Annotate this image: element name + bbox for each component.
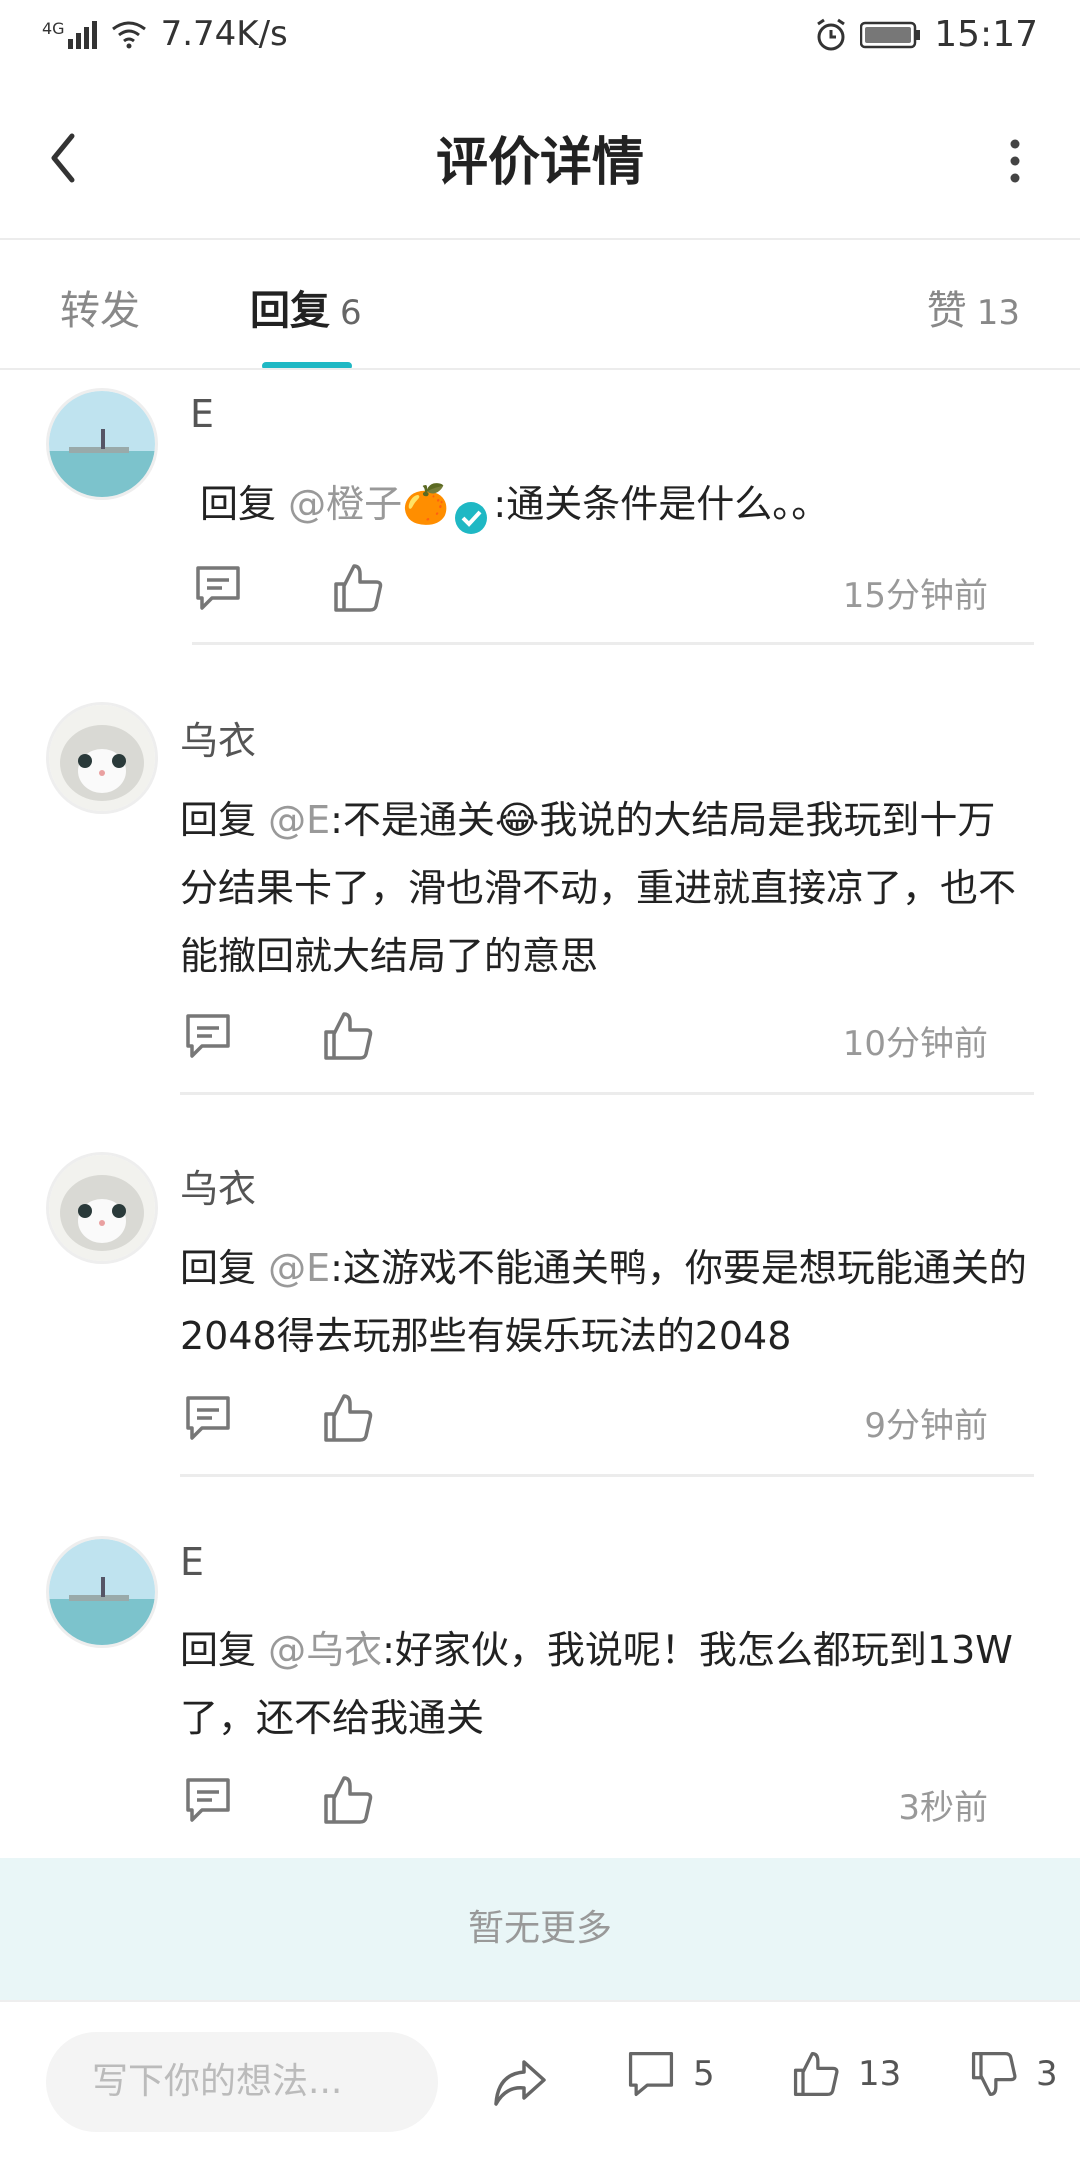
alarm-icon — [817, 18, 846, 50]
tabs-divider — [0, 368, 1080, 370]
tab-likes[interactable]: 赞 13 — [927, 278, 1020, 336]
signal-icon: 4G — [42, 19, 97, 49]
comment-divider — [180, 1092, 1034, 1095]
tab-replies-label: 回复 — [250, 288, 330, 334]
comment-author[interactable]: E — [190, 392, 214, 436]
comment-text: 回复 @乌衣:好家伙，我说呢！我怎么都玩到13W了，还不给我通关 — [180, 1616, 1030, 1752]
comment-time: 15分钟前 — [842, 576, 988, 616]
avatar-seaside-image — [49, 1539, 155, 1645]
avatar[interactable] — [46, 702, 158, 814]
comment-icon[interactable] — [180, 1772, 236, 1828]
comment-icon — [628, 2051, 674, 2097]
tab-replies-count: 6 — [340, 293, 362, 333]
comment-author[interactable]: E — [180, 1540, 204, 1584]
comment-icon[interactable] — [180, 1008, 236, 1064]
comment-divider — [192, 642, 1034, 645]
thumb-up-icon — [793, 2051, 839, 2097]
clock: 15:17 — [934, 14, 1038, 55]
avatar-cat-image — [49, 1155, 155, 1261]
thumb-up-icon[interactable] — [330, 560, 386, 616]
page-title: 评价详情 — [435, 133, 644, 193]
comment-text: 回复 @橙子🍊 :通关条件是什么。。 — [200, 470, 1060, 538]
comment-input[interactable]: 写下你的想法... — [46, 2032, 438, 2132]
dislike-count-button[interactable]: 3 — [968, 2048, 1058, 2100]
battery-icon — [860, 21, 921, 48]
comment-time: 3秒前 — [898, 1788, 988, 1828]
thumb-up-icon[interactable] — [320, 1390, 376, 1446]
thumb-up-icon[interactable] — [320, 1008, 376, 1064]
mention-link[interactable]: @E — [268, 798, 330, 842]
comment-text: 回复 @E:这游戏不能通关鸭，你要是想玩能通关的2048得去玩那些有娱乐玩法的2… — [180, 1234, 1030, 1370]
tab-likes-count: 13 — [976, 293, 1020, 333]
reply-prefix: 回复 — [200, 482, 289, 526]
thumb-up-icon[interactable] — [320, 1772, 376, 1828]
avatar[interactable] — [46, 1536, 158, 1648]
reply-prefix: 回复 — [180, 1246, 269, 1290]
no-more-notice: 暂无更多 — [0, 1858, 1080, 2000]
status-right: 15:17 — [814, 14, 1038, 55]
comment-count: 5 — [693, 2054, 715, 2094]
comment-text: 回复 @E:不是通关😂我说的大结局是我玩到十万分结果卡了，滑也滑不动，重进就直接… — [180, 786, 1030, 990]
tab-likes-label: 赞 — [926, 288, 967, 334]
comment-count-button[interactable]: 5 — [625, 2048, 715, 2100]
comment-author[interactable]: 乌衣 — [180, 1158, 256, 1213]
tab-replies[interactable]: 回复 6 — [250, 278, 362, 336]
mention-link[interactable]: @E — [268, 1246, 330, 1290]
mention-link[interactable]: @乌衣 — [268, 1628, 382, 1672]
navigation-bar: 评价详情 — [0, 80, 1080, 240]
share-icon[interactable] — [490, 2052, 550, 2112]
comment-time: 9分钟前 — [864, 1406, 988, 1446]
tab-forward-label: 转发 — [60, 288, 140, 334]
verified-icon — [453, 489, 489, 534]
thumb-down-icon — [971, 2051, 1017, 2097]
avatar-cat-image — [49, 705, 155, 811]
network-speed: 7.74K/s — [160, 14, 288, 54]
comment-author[interactable]: 乌衣 — [180, 710, 256, 765]
network-type: 4G — [42, 19, 65, 38]
comment-icon[interactable] — [190, 560, 246, 616]
dislike-count: 3 — [1036, 2054, 1058, 2094]
tab-forward[interactable]: 转发 — [60, 278, 140, 336]
reply-prefix: 回复 — [180, 1628, 269, 1672]
comment-time: 10分钟前 — [842, 1024, 988, 1064]
status-bar: 4G 7.74K/s 15:17 — [0, 0, 1080, 72]
like-count-button[interactable]: 13 — [790, 2048, 901, 2100]
comment-body: :通关条件是什么。。 — [493, 482, 830, 526]
more-vertical-icon[interactable] — [1010, 136, 1020, 186]
mention-link[interactable]: @橙子🍊 — [288, 482, 449, 526]
comment-divider — [180, 1474, 1034, 1477]
reply-prefix: 回复 — [180, 798, 269, 842]
comment-icon[interactable] — [180, 1390, 236, 1446]
wifi-icon — [111, 21, 146, 49]
status-left: 4G 7.74K/s — [42, 14, 288, 54]
avatar-seaside-image — [49, 391, 155, 497]
bottom-action-bar: 写下你的想法... 5 13 3 — [0, 2000, 1080, 2162]
avatar[interactable] — [46, 1152, 158, 1264]
avatar[interactable] — [46, 388, 158, 500]
header-divider — [0, 238, 1080, 240]
like-count: 13 — [858, 2054, 902, 2094]
